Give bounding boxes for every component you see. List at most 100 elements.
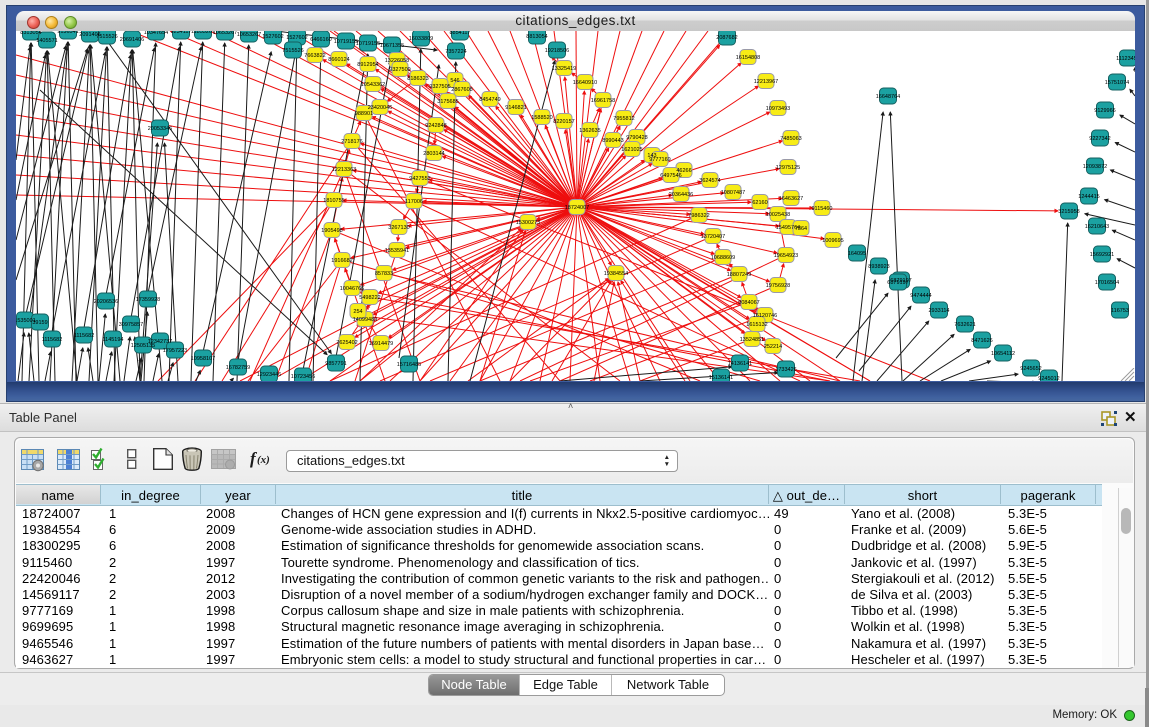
svg-text:19218506: 19218506 — [545, 48, 569, 54]
svg-text:16648764: 16648764 — [876, 94, 900, 100]
svg-text:10807487: 10807487 — [721, 190, 745, 196]
svg-text:9227342: 9227342 — [1089, 136, 1110, 142]
svg-text:9777169: 9777169 — [649, 157, 670, 163]
svg-text:2803144: 2803144 — [423, 151, 444, 157]
svg-text:164095: 164095 — [848, 251, 866, 257]
svg-text:9474444: 9474444 — [910, 293, 931, 299]
svg-text:16463627: 16463627 — [779, 196, 803, 202]
svg-text:16961758: 16961758 — [591, 98, 615, 104]
svg-text:8912954: 8912954 — [357, 62, 378, 68]
svg-text:8660124: 8660124 — [328, 57, 349, 63]
svg-text:10688609: 10688609 — [711, 255, 735, 261]
svg-text:19654923: 19654923 — [774, 253, 798, 259]
svg-text:3267130: 3267130 — [388, 225, 409, 231]
svg-text:3624574: 3624574 — [699, 178, 720, 184]
svg-text:1733426: 1733426 — [775, 367, 796, 373]
svg-text:7864: 7864 — [795, 226, 807, 232]
svg-text:10543362: 10543362 — [361, 82, 385, 88]
svg-text:2867608: 2867608 — [451, 87, 472, 93]
svg-text:10653267: 10653267 — [213, 31, 237, 36]
svg-text:9790428: 9790428 — [626, 135, 647, 141]
svg-text:9245652: 9245652 — [1020, 366, 1041, 372]
svg-text:7986322: 7986322 — [688, 213, 709, 219]
svg-text:7485063: 7485063 — [780, 136, 801, 142]
svg-text:15136141: 15136141 — [709, 375, 733, 381]
svg-text:6879197: 6879197 — [887, 280, 908, 286]
svg-text:16120746: 16120746 — [753, 313, 777, 319]
svg-text:20364436: 20364436 — [669, 192, 693, 198]
svg-text:15751074: 15751074 — [1105, 80, 1129, 86]
svg-text:8313054: 8313054 — [20, 31, 41, 36]
svg-text:17359928: 17359928 — [136, 297, 160, 303]
svg-text:20691406: 20691406 — [120, 37, 144, 43]
svg-text:12213363: 12213363 — [332, 167, 356, 173]
svg-text:1115682: 1115682 — [42, 337, 63, 343]
svg-text:10025438: 10025438 — [766, 212, 790, 218]
svg-text:14136141: 14136141 — [728, 361, 752, 367]
svg-text:30975857: 30975857 — [119, 322, 143, 328]
svg-text:1916682: 1916682 — [331, 258, 352, 264]
svg-text:15692921: 15692921 — [1090, 252, 1114, 258]
svg-text:1905498: 1905498 — [321, 228, 342, 234]
svg-text:20206536: 20206536 — [94, 299, 118, 305]
svg-text:10671355: 10671355 — [380, 43, 404, 49]
svg-text:2087682: 2087682 — [716, 35, 737, 41]
svg-text:7955812: 7955812 — [613, 116, 634, 122]
svg-text:6497546: 6497546 — [660, 173, 681, 179]
svg-text:18724007: 18724007 — [565, 205, 589, 211]
svg-text:7515526: 7515526 — [96, 34, 117, 40]
svg-text:12975125: 12975125 — [776, 165, 800, 171]
svg-text:1615132: 1615132 — [746, 322, 767, 328]
svg-text:8938923: 8938923 — [868, 264, 889, 270]
svg-text:10653267: 10653267 — [237, 32, 261, 38]
svg-text:1405571: 1405571 — [36, 38, 57, 44]
svg-text:117006: 117006 — [405, 199, 423, 205]
svg-text:7625402: 7625402 — [336, 340, 357, 346]
svg-text:13325419: 13325419 — [552, 66, 576, 72]
svg-text:1621025: 1621025 — [621, 147, 642, 153]
svg-text:10958107: 10958107 — [191, 356, 215, 362]
svg-text:16782759: 16782759 — [226, 365, 250, 371]
svg-text:8471626: 8471626 — [971, 338, 992, 344]
svg-text:857833: 857833 — [375, 271, 393, 277]
svg-text:546: 546 — [450, 78, 459, 84]
svg-text:20053346: 20053346 — [148, 126, 172, 132]
svg-text:16640910: 16640910 — [573, 80, 597, 86]
svg-text:9115460: 9115460 — [811, 206, 832, 212]
svg-text:6466160: 6466160 — [310, 37, 331, 43]
svg-text:116753: 116753 — [1111, 308, 1129, 314]
svg-text:1009695: 1009695 — [822, 238, 843, 244]
svg-text:15300273: 15300273 — [516, 220, 540, 226]
svg-text:9234117: 9234117 — [170, 31, 191, 35]
svg-text:17016504: 17016504 — [1095, 280, 1119, 286]
svg-text:254: 254 — [353, 309, 362, 315]
svg-text:12342737: 12342737 — [148, 339, 172, 345]
svg-text:1588520: 1588520 — [531, 115, 552, 121]
svg-text:18807249: 18807249 — [727, 272, 751, 278]
svg-text:10973493: 10973493 — [766, 106, 790, 112]
svg-text:1145194: 1145194 — [102, 337, 123, 343]
svg-text:16914479: 16914479 — [369, 341, 393, 347]
svg-text:13524851: 13524851 — [740, 337, 764, 343]
svg-text:1810755: 1810755 — [323, 198, 344, 204]
svg-text:9084067: 9084067 — [738, 300, 759, 306]
svg-text:16210643: 16210643 — [1085, 224, 1109, 230]
svg-text:14099489: 14099489 — [353, 317, 377, 323]
svg-text:9242848: 9242848 — [425, 123, 446, 129]
svg-text:12923446: 12923446 — [257, 372, 281, 378]
svg-text:1115682: 1115682 — [74, 333, 95, 339]
svg-text:17957223: 17957223 — [163, 348, 187, 354]
svg-text:252214: 252214 — [764, 344, 782, 350]
svg-text:15716485: 15716485 — [397, 362, 421, 368]
svg-text:11123456: 11123456 — [1116, 56, 1135, 62]
svg-text:2718176: 2718176 — [341, 139, 362, 145]
svg-text:39159: 39159 — [32, 320, 47, 326]
svg-text:10719155: 10719155 — [356, 41, 380, 47]
svg-text:7663822: 7663822 — [304, 53, 325, 59]
svg-text:10719155: 10719155 — [334, 39, 358, 45]
svg-text:988901: 988901 — [355, 111, 373, 117]
svg-text:8454749: 8454749 — [479, 97, 500, 103]
svg-text:7515526: 7515526 — [282, 48, 303, 54]
svg-text:1527602: 1527602 — [262, 34, 283, 40]
svg-text:1244415: 1244415 — [1078, 194, 1099, 200]
